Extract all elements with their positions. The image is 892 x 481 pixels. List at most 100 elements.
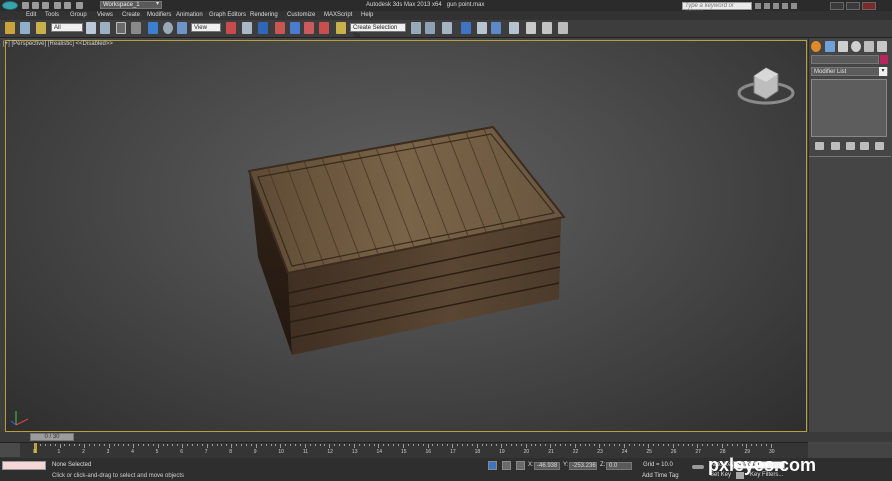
make-unique-icon[interactable] — [846, 142, 855, 150]
maximize-button[interactable] — [846, 2, 860, 10]
track-bar-minor-tick — [663, 444, 665, 446]
hierarchy-tab-icon[interactable] — [838, 41, 848, 52]
pin-stack-icon[interactable] — [815, 142, 824, 150]
select-and-scale-icon[interactable] — [177, 22, 187, 34]
redo-icon[interactable] — [64, 2, 71, 9]
selection-filter-dropdown[interactable]: All — [51, 23, 83, 32]
selection-lock-icon[interactable] — [488, 461, 497, 470]
menu-graph-editors[interactable]: Graph Editors — [209, 12, 246, 18]
menu-modifiers[interactable]: Modifiers — [147, 12, 171, 18]
object-name-field[interactable] — [811, 55, 879, 64]
show-end-result-icon[interactable] — [831, 142, 840, 150]
mirror-icon[interactable] — [411, 22, 421, 34]
utilities-tab-icon[interactable] — [877, 41, 887, 52]
save-file-icon[interactable] — [42, 2, 49, 9]
workspace-dropdown[interactable]: Workspace_1 — [100, 1, 162, 9]
rendered-frame-window-icon[interactable] — [542, 22, 552, 34]
viewport-label[interactable]: [+] [Perspective] [Realistic] <<Disabled… — [3, 41, 113, 47]
modifier-stack[interactable] — [811, 79, 887, 137]
render-setup-icon[interactable] — [526, 22, 536, 34]
schematic-view-icon[interactable] — [491, 22, 501, 34]
curve-editor-icon[interactable] — [477, 22, 487, 34]
track-bar-minor-tick — [417, 444, 419, 446]
y-coordinate-field[interactable]: -253.236 — [569, 462, 597, 470]
track-bar-tick-label: 21 — [548, 449, 554, 455]
close-button[interactable] — [862, 2, 876, 10]
minimize-button[interactable] — [830, 2, 844, 10]
angle-snap-icon[interactable] — [290, 22, 300, 34]
select-by-name-icon[interactable] — [100, 22, 110, 34]
mini-curve-editor-icon[interactable] — [0, 443, 20, 457]
favorites-icon[interactable] — [782, 3, 788, 9]
select-and-rotate-icon[interactable] — [163, 22, 173, 34]
menu-tools[interactable]: Tools — [45, 12, 59, 18]
menu-help[interactable]: Help — [361, 12, 373, 18]
render-production-icon[interactable] — [558, 22, 568, 34]
track-bar-minor-tick — [692, 444, 694, 446]
reference-coordinate-dropdown[interactable]: View — [191, 23, 221, 32]
bind-space-warp-icon[interactable] — [36, 22, 46, 34]
percent-snap-icon[interactable] — [304, 22, 314, 34]
track-bar-minor-tick — [643, 444, 645, 446]
track-bar-minor-tick — [142, 444, 144, 446]
material-editor-icon[interactable] — [509, 22, 519, 34]
modifier-list-dropdown[interactable]: Modifier List — [811, 67, 888, 76]
project-folder-icon[interactable] — [76, 2, 83, 9]
time-slider[interactable]: 0 / 30 — [30, 433, 74, 441]
window-crossing-icon[interactable] — [131, 22, 141, 34]
unlink-icon[interactable] — [20, 22, 30, 34]
perspective-viewport[interactable] — [5, 40, 807, 432]
app-logo-icon[interactable] — [2, 1, 18, 10]
watermark: pxleyes.com — [708, 455, 817, 475]
snaps-toggle-icon[interactable] — [275, 22, 285, 34]
track-bar-tick — [672, 444, 674, 448]
absolute-mode-icon[interactable] — [516, 461, 525, 470]
isolate-selection-icon[interactable] — [502, 461, 511, 470]
undo-icon[interactable] — [54, 2, 61, 9]
motion-tab-icon[interactable] — [851, 41, 861, 52]
remove-modifier-icon[interactable] — [860, 142, 869, 150]
track-bar-minor-tick — [103, 444, 105, 446]
pivot-center-icon[interactable] — [226, 22, 236, 34]
key-mode-icon[interactable] — [692, 465, 704, 469]
spinner-snap-icon[interactable] — [319, 22, 329, 34]
select-and-manipulate-icon[interactable] — [242, 22, 252, 34]
search-icon[interactable] — [755, 3, 761, 9]
layer-manager-icon[interactable] — [442, 22, 452, 34]
help-icon[interactable] — [791, 3, 797, 9]
add-time-tag[interactable]: Add Time Tag — [642, 473, 679, 479]
configure-modifier-sets-icon[interactable] — [875, 142, 884, 150]
menu-group[interactable]: Group — [70, 12, 87, 18]
menu-views[interactable]: Views — [97, 12, 113, 18]
display-tab-icon[interactable] — [864, 41, 874, 52]
new-file-icon[interactable] — [22, 2, 29, 9]
track-bar-minor-tick — [324, 444, 326, 446]
edit-named-selection-icon[interactable] — [336, 22, 346, 34]
subscription-icon[interactable] — [764, 3, 770, 9]
communication-icon[interactable] — [773, 3, 779, 9]
menu-rendering[interactable]: Rendering — [250, 12, 278, 18]
track-bar-minor-tick — [339, 444, 341, 446]
object-color-swatch[interactable] — [880, 55, 888, 64]
menu-maxscript[interactable]: MAXScript — [324, 12, 352, 18]
x-coordinate-field[interactable]: -46.938 — [534, 462, 560, 470]
create-tab-icon[interactable] — [811, 41, 821, 52]
graphite-ribbon-icon[interactable] — [461, 22, 471, 34]
select-object-icon[interactable] — [86, 22, 96, 34]
track-bar-minor-tick — [270, 444, 272, 446]
select-and-move-icon[interactable] — [148, 22, 158, 34]
search-input[interactable]: Type a keyword or phrase — [682, 2, 752, 16]
menu-create[interactable]: Create — [122, 12, 140, 18]
align-icon[interactable] — [425, 22, 435, 34]
menu-animation[interactable]: Animation — [176, 12, 203, 18]
z-coordinate-field[interactable]: 0.0 — [606, 462, 632, 470]
maxscript-listener[interactable] — [2, 461, 46, 470]
link-icon[interactable] — [5, 22, 15, 34]
menu-edit[interactable]: Edit — [26, 12, 36, 18]
rectangular-selection-icon[interactable] — [116, 22, 126, 34]
modify-tab-icon[interactable] — [825, 41, 835, 52]
named-selection-dropdown[interactable]: Create Selection Se — [350, 23, 406, 39]
menu-customize[interactable]: Customize — [287, 12, 315, 18]
keyboard-shortcut-override-icon[interactable] — [258, 22, 268, 34]
open-file-icon[interactable] — [32, 2, 39, 9]
